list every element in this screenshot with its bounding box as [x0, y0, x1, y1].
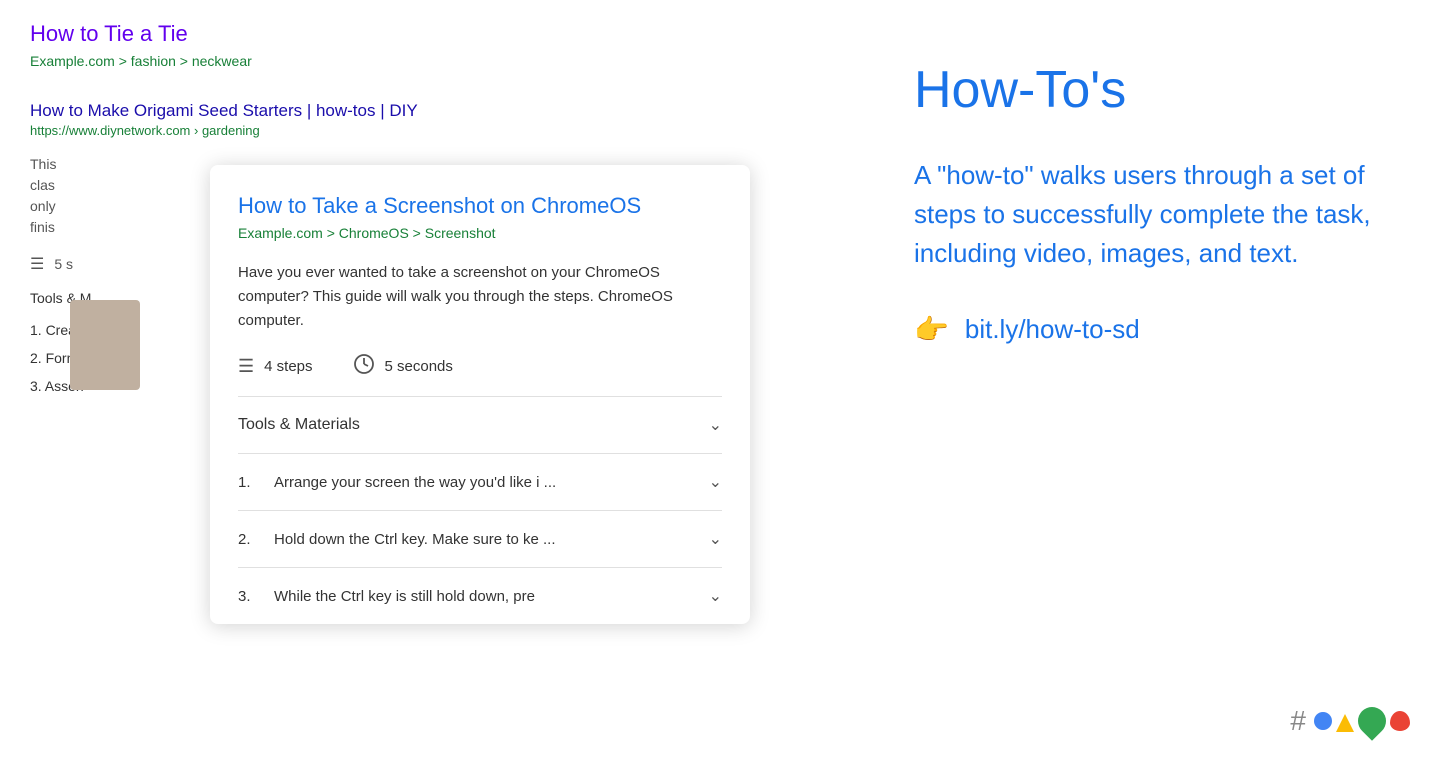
clock-icon — [353, 353, 375, 380]
step-row-1-text: 1. Arrange your screen the way you'd lik… — [238, 474, 556, 491]
step-1-chevron-down-icon: ⌄ — [709, 472, 722, 492]
step-row-2-text: 2. Hold down the Ctrl key. Make sure to … — [238, 531, 556, 548]
card-title-link[interactable]: How to Take a Screenshot on ChromeOS — [238, 193, 722, 219]
step-3-content: While the Ctrl key is still hold down, p… — [274, 588, 535, 605]
howtos-description: A "how-to" walks users through a set of … — [914, 156, 1374, 273]
time-label: 5 seconds — [385, 358, 453, 375]
steps-list-icon: ☰ — [238, 356, 254, 377]
right-info-panel: How-To's A "how-to" walks users through … — [854, 0, 1434, 761]
step-2-number: 2. — [238, 531, 260, 548]
bg-result-url: https://www.diynetwork.com › gardening — [30, 123, 530, 138]
google-red-shape — [1390, 711, 1410, 731]
tools-materials-title: Tools & Materials — [238, 416, 360, 434]
pointer-icon: 👉 — [914, 313, 949, 346]
hashtag-symbol: # — [1290, 705, 1306, 737]
time-meta-item: 5 seconds — [353, 353, 453, 380]
background-result: How to Make Origami Seed Starters | how-… — [30, 101, 530, 138]
step-1-content: Arrange your screen the way you'd like i… — [274, 474, 556, 491]
search-result-breadcrumb[interactable]: Example.com > fashion > neckwear — [30, 53, 252, 69]
step-row-3[interactable]: 3. While the Ctrl key is still hold down… — [238, 568, 722, 624]
steps-count-label: 5 s — [54, 256, 73, 272]
step-2-chevron-down-icon: ⌄ — [709, 529, 722, 549]
step-row-2[interactable]: 2. Hold down the Ctrl key. Make sure to … — [238, 511, 722, 568]
howtos-link-row: 👉 bit.ly/how-to-sd — [914, 313, 1374, 346]
steps-count: 4 steps — [264, 358, 312, 375]
steps-list-icon: ☰ — [30, 254, 44, 274]
google-logo-area: # — [1290, 705, 1410, 737]
google-dots — [1314, 707, 1410, 735]
google-green-shape — [1352, 701, 1392, 741]
howtos-title: How-To's — [914, 60, 1374, 120]
search-result-title[interactable]: How to Tie a Tie — [30, 20, 530, 49]
step-3-chevron-down-icon: ⌄ — [709, 586, 722, 606]
step-2-content: Hold down the Ctrl key. Make sure to ke … — [274, 531, 556, 548]
steps-meta-item: ☰ 4 steps — [238, 356, 313, 377]
google-yellow-triangle — [1336, 714, 1354, 732]
step-row-1[interactable]: 1. Arrange your screen the way you'd lik… — [238, 454, 722, 511]
bg-result-title-link[interactable]: How to Make Origami Seed Starters | how-… — [30, 101, 530, 121]
step-row-3-text: 3. While the Ctrl key is still hold down… — [238, 588, 535, 605]
step-1-number: 1. — [238, 474, 260, 491]
step-3-number: 3. — [238, 588, 260, 605]
tools-materials-section: Tools & Materials ⌄ — [238, 397, 722, 454]
tools-materials-header[interactable]: Tools & Materials ⌄ — [238, 397, 722, 453]
tools-chevron-down-icon: ⌄ — [709, 415, 722, 435]
card-description: Have you ever wanted to take a screensho… — [238, 261, 722, 333]
howtos-link[interactable]: bit.ly/how-to-sd — [965, 314, 1140, 345]
card-meta: ☰ 4 steps 5 seconds — [238, 353, 722, 397]
howto-card: How to Take a Screenshot on ChromeOS Exa… — [210, 165, 750, 624]
card-breadcrumb: Example.com > ChromeOS > Screenshot — [238, 225, 722, 241]
google-blue-dot — [1314, 712, 1332, 730]
tie-thumbnail — [70, 300, 140, 390]
